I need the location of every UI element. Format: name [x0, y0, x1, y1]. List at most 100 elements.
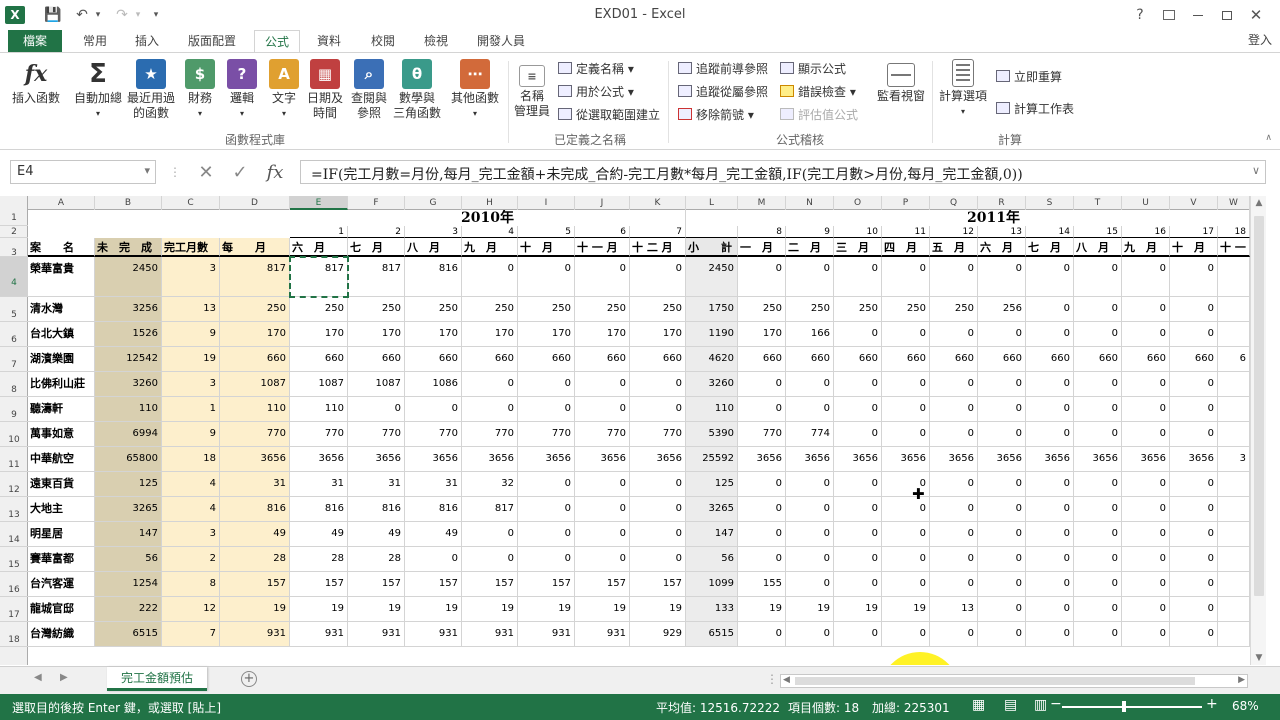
value-cell[interactable]: 0	[462, 397, 518, 422]
insert-function-icon[interactable]: fx	[262, 160, 288, 184]
month-header[interactable]: 九 月	[462, 238, 518, 257]
zoom-slider[interactable]	[1062, 706, 1202, 708]
value-cell[interactable]: 0	[786, 257, 834, 297]
value-cell[interactable]: 0	[462, 522, 518, 547]
value-cell[interactable]: 0	[882, 622, 930, 647]
value-cell[interactable]: 0	[978, 472, 1026, 497]
value-cell[interactable]: 0	[738, 472, 786, 497]
value-cell[interactable]: 0	[930, 397, 978, 422]
value-cell[interactable]: 660	[518, 347, 575, 372]
value-cell[interactable]: 0	[882, 572, 930, 597]
column-header-a[interactable]: A	[28, 196, 95, 210]
project-name-cell[interactable]: 遠東百貨	[28, 472, 95, 497]
scroll-left-icon[interactable]: ◀	[783, 675, 790, 685]
monthly-amount-cell[interactable]: 157	[220, 572, 290, 597]
value-cell[interactable]: 0	[575, 522, 630, 547]
value-cell[interactable]: 0	[930, 472, 978, 497]
monthly-amount-cell[interactable]: 931	[220, 622, 290, 647]
monthly-amount-cell[interactable]: 250	[220, 297, 290, 322]
value-cell[interactable]: 157	[630, 572, 686, 597]
value-cell[interactable]: 660	[348, 347, 405, 372]
value-cell[interactable]	[1218, 472, 1250, 497]
value-cell[interactable]	[1218, 397, 1250, 422]
year-2011-header[interactable]: 2011年	[738, 210, 1250, 226]
month-number-cell[interactable]: 4	[462, 226, 518, 238]
month-number-cell[interactable]: 11	[882, 226, 930, 238]
header-months-to-complete[interactable]: 完工月數	[162, 238, 220, 257]
month-number-cell[interactable]: 5	[518, 226, 575, 238]
months-cell[interactable]: 19	[162, 347, 220, 372]
value-cell[interactable]: 0	[1074, 622, 1122, 647]
project-name-cell[interactable]: 聽濤軒	[28, 397, 95, 422]
project-name-cell[interactable]: 賽華富都	[28, 547, 95, 572]
value-cell[interactable]: 0	[930, 497, 978, 522]
column-header-e[interactable]: E	[290, 196, 348, 210]
value-cell[interactable]: 0	[630, 522, 686, 547]
months-cell[interactable]: 2	[162, 547, 220, 572]
contract-cell[interactable]: 3256	[95, 297, 162, 322]
header-project-name[interactable]: 案 名	[28, 238, 95, 257]
monthly-amount-cell[interactable]: 817	[220, 257, 290, 297]
name-box[interactable]: E4	[10, 160, 156, 184]
value-cell[interactable]: 0	[738, 547, 786, 572]
value-cell[interactable]: 170	[518, 322, 575, 347]
ribbon-display-icon[interactable]	[1155, 4, 1183, 26]
value-cell[interactable]: 0	[1122, 547, 1170, 572]
value-cell[interactable]: 0	[1122, 597, 1170, 622]
month-number-cell[interactable]: 10	[834, 226, 882, 238]
tab-view[interactable]: 檢視	[412, 30, 460, 52]
value-cell[interactable]: 0	[978, 547, 1026, 572]
monthly-amount-cell[interactable]: 19	[220, 597, 290, 622]
value-cell[interactable]: 0	[518, 372, 575, 397]
value-cell[interactable]: 660	[1026, 347, 1074, 372]
value-cell[interactable]: 250	[575, 297, 630, 322]
value-cell[interactable]: 660	[930, 347, 978, 372]
column-header-q[interactable]: Q	[930, 196, 978, 210]
value-cell[interactable]: 0	[738, 497, 786, 522]
value-cell[interactable]: 4620	[686, 347, 738, 372]
row-header-11[interactable]: 11	[0, 447, 28, 472]
value-cell[interactable]: 0	[786, 522, 834, 547]
value-cell[interactable]: 157	[290, 572, 348, 597]
month-number-cell[interactable]: 9	[786, 226, 834, 238]
value-cell[interactable]: 0	[1122, 322, 1170, 347]
month-header[interactable]: 七 月	[1026, 238, 1074, 257]
value-cell[interactable]: 0	[1170, 572, 1218, 597]
value-cell[interactable]: 0	[575, 257, 630, 297]
value-cell[interactable]: 3656	[834, 447, 882, 472]
value-cell[interactable]: 660	[1122, 347, 1170, 372]
month-number-cell[interactable]: 14	[1026, 226, 1074, 238]
value-cell[interactable]: 0	[834, 497, 882, 522]
value-cell[interactable]: 1086	[405, 372, 462, 397]
value-cell[interactable]: 0	[1074, 547, 1122, 572]
monthly-amount-cell[interactable]: 660	[220, 347, 290, 372]
value-cell[interactable]: 0	[978, 397, 1026, 422]
value-cell[interactable]: 0	[518, 472, 575, 497]
contract-cell[interactable]: 3265	[95, 497, 162, 522]
value-cell[interactable]	[1218, 497, 1250, 522]
cancel-entry-icon[interactable]: ✕	[194, 160, 218, 184]
sheet-tab[interactable]: 完工金額預估	[107, 667, 207, 691]
value-cell[interactable]: 0	[882, 322, 930, 347]
value-cell[interactable]: 3656	[738, 447, 786, 472]
value-cell[interactable]: 0	[630, 497, 686, 522]
column-header-s[interactable]: S	[1026, 196, 1074, 210]
value-cell[interactable]: 0	[1170, 397, 1218, 422]
contract-cell[interactable]: 147	[95, 522, 162, 547]
value-cell[interactable]: 0	[978, 257, 1026, 297]
date-time-button[interactable]: ▦ 日期及 時間	[304, 59, 346, 121]
value-cell[interactable]: 660	[1074, 347, 1122, 372]
value-cell[interactable]: 170	[462, 322, 518, 347]
value-cell[interactable]: 170	[630, 322, 686, 347]
value-cell[interactable]: 774	[786, 422, 834, 447]
value-cell[interactable]: 49	[348, 522, 405, 547]
value-cell[interactable]: 0	[834, 422, 882, 447]
vertical-scroll-thumb[interactable]	[1254, 216, 1264, 596]
column-header-o[interactable]: O	[834, 196, 882, 210]
value-cell[interactable]: 31	[348, 472, 405, 497]
value-cell[interactable]: 0	[930, 547, 978, 572]
column-header-p[interactable]: P	[882, 196, 930, 210]
value-cell[interactable]: 770	[290, 422, 348, 447]
value-cell[interactable]: 170	[575, 322, 630, 347]
months-cell[interactable]: 9	[162, 322, 220, 347]
